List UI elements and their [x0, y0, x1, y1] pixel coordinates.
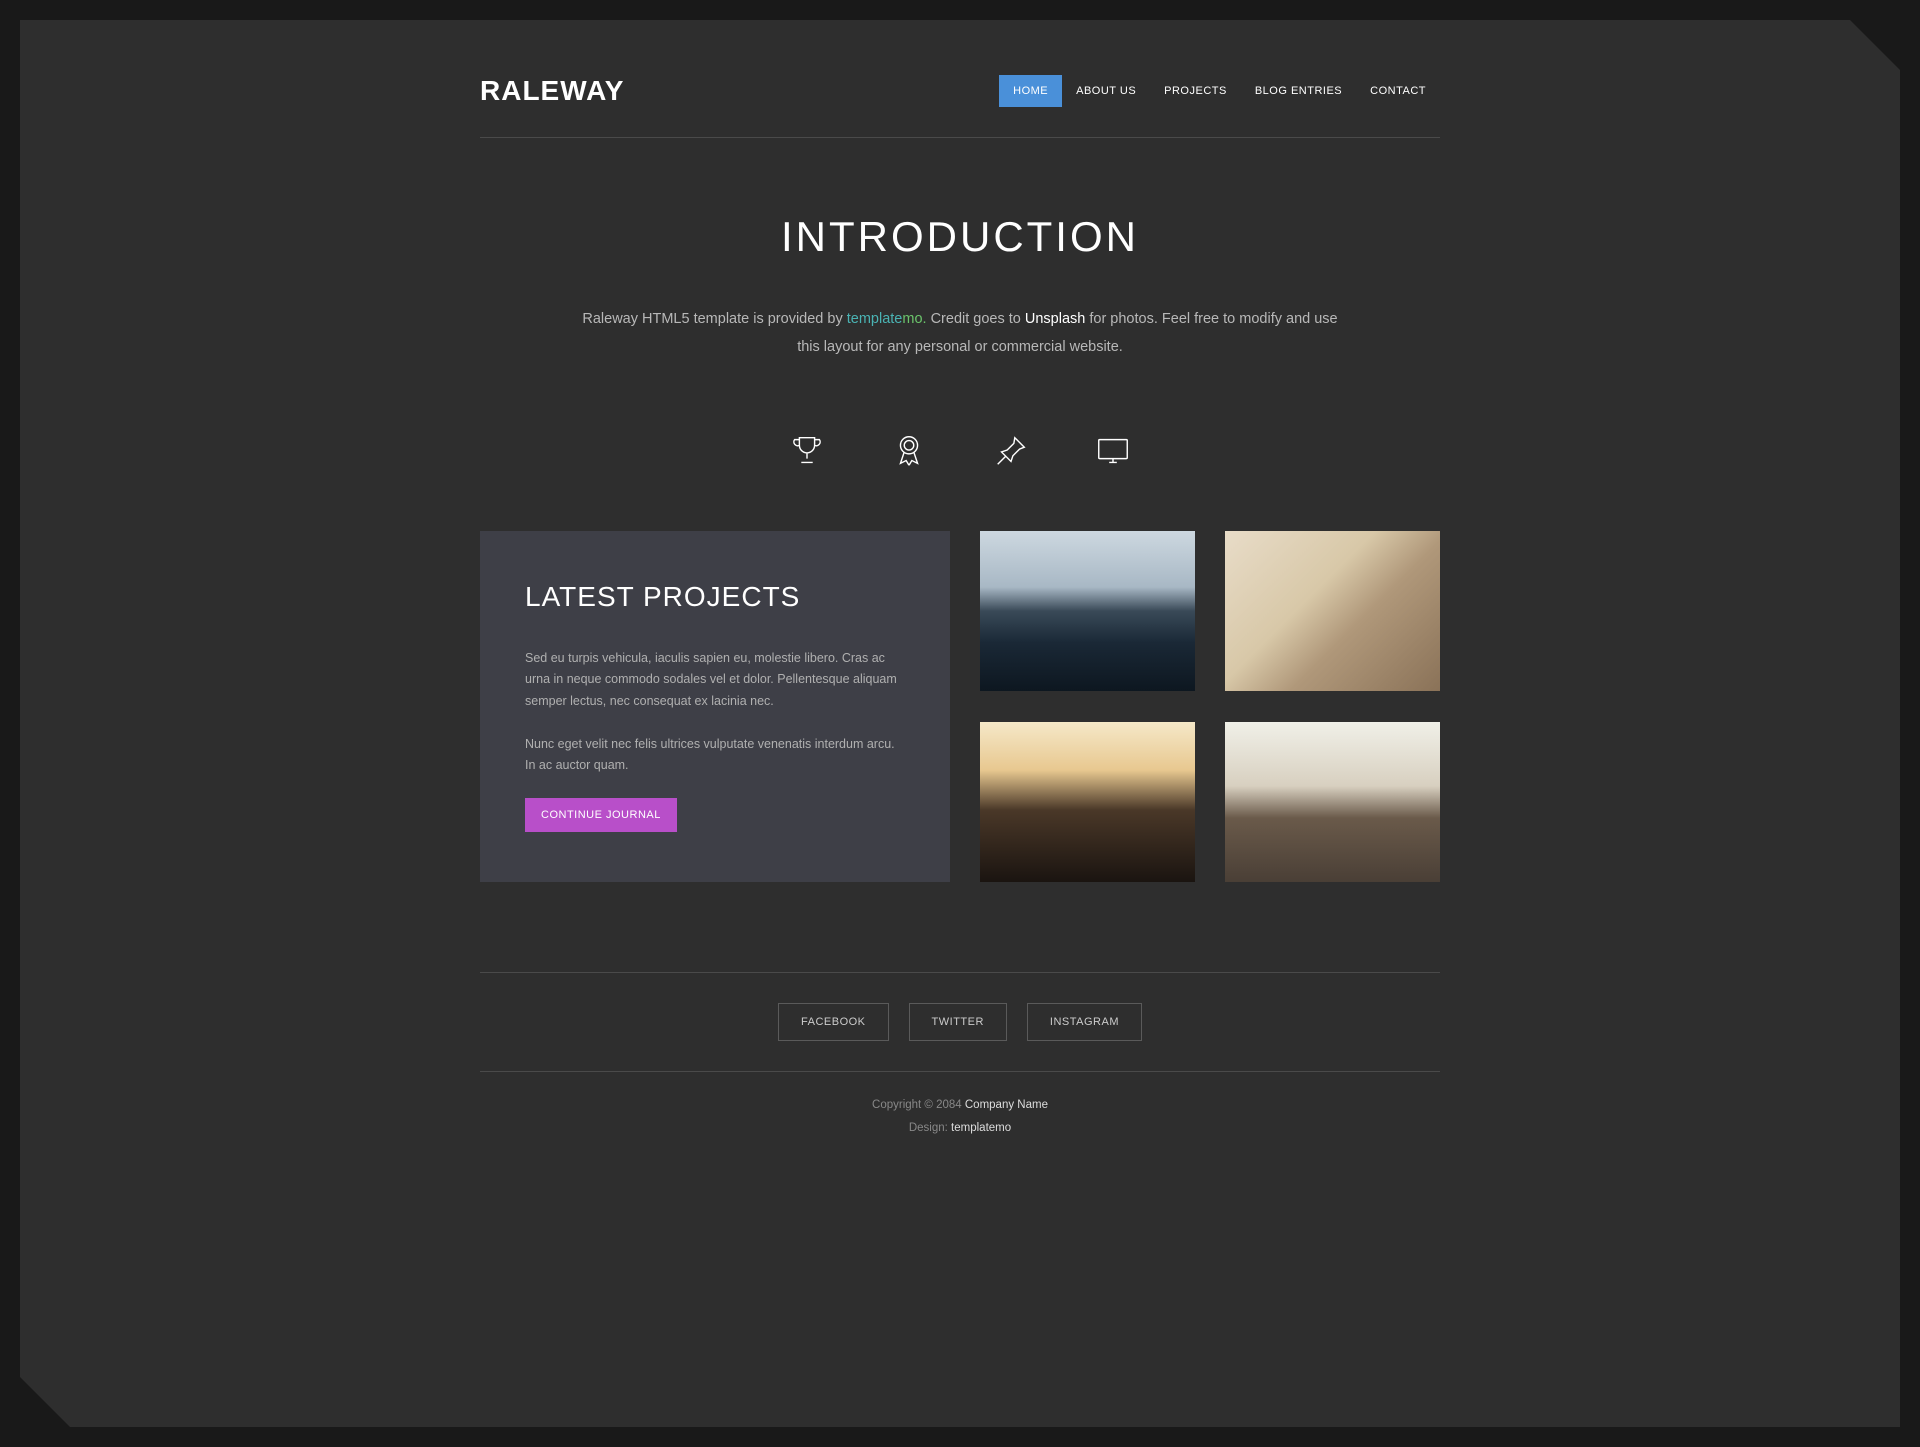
corner-cut-tr: [1850, 20, 1900, 70]
design-text: Design:: [909, 1122, 951, 1134]
project-thumb-1[interactable]: [980, 531, 1195, 691]
nav: HOME ABOUT US PROJECTS BLOG ENTRIES CONT…: [999, 75, 1440, 107]
intro-text: Raleway HTML5 template is provided by te…: [570, 306, 1350, 361]
monitor-icon[interactable]: [1093, 431, 1133, 471]
logo[interactable]: RALEWAY: [480, 75, 624, 107]
instagram-button[interactable]: INSTAGRAM: [1027, 1003, 1142, 1041]
corner-cut-bl: [20, 1377, 70, 1427]
project-thumb-3[interactable]: [980, 722, 1195, 882]
intro-title: INTRODUCTION: [480, 213, 1440, 261]
projects-panel: LATEST PROJECTS Sed eu turpis vehicula, …: [480, 531, 950, 882]
nav-about[interactable]: ABOUT US: [1062, 75, 1150, 107]
projects-para1: Sed eu turpis vehicula, iaculis sapien e…: [525, 648, 905, 712]
intro-text-before: Raleway HTML5 template is provided by: [582, 311, 846, 327]
footer-social: FACEBOOK TWITTER INSTAGRAM: [480, 973, 1440, 1071]
pin-icon[interactable]: [991, 431, 1031, 471]
nav-contact[interactable]: CONTACT: [1356, 75, 1440, 107]
nav-blog[interactable]: BLOG ENTRIES: [1241, 75, 1356, 107]
feature-icons: [480, 421, 1440, 531]
nav-home[interactable]: HOME: [999, 75, 1062, 107]
continue-journal-button[interactable]: CONTINUE JOURNAL: [525, 798, 677, 832]
unsplash-link[interactable]: Unsplash: [1025, 311, 1085, 327]
company-name-link[interactable]: Company Name: [965, 1099, 1048, 1111]
header: RALEWAY HOME ABOUT US PROJECTS BLOG ENTR…: [480, 20, 1440, 137]
trophy-icon[interactable]: [787, 431, 827, 471]
projects-section: LATEST PROJECTS Sed eu turpis vehicula, …: [480, 531, 1440, 972]
page-frame: RALEWAY HOME ABOUT US PROJECTS BLOG ENTR…: [20, 20, 1900, 1427]
copyright-text: Copyright © 2084: [872, 1099, 965, 1111]
templatemo-footer-link[interactable]: templatemo: [951, 1122, 1011, 1134]
project-thumb-4[interactable]: [1225, 722, 1440, 882]
intro-text-mid: Credit goes to: [927, 311, 1025, 327]
nav-projects[interactable]: PROJECTS: [1150, 75, 1241, 107]
intro-section: INTRODUCTION Raleway HTML5 template is p…: [480, 138, 1440, 421]
footer-copyright: Copyright © 2084 Company Name Design: te…: [480, 1072, 1440, 1180]
templatemo-link[interactable]: template: [847, 311, 903, 327]
twitter-button[interactable]: TWITTER: [909, 1003, 1007, 1041]
project-thumb-2[interactable]: [1225, 531, 1440, 691]
projects-grid: [980, 531, 1440, 882]
projects-para2: Nunc eget velit nec felis ultrices vulpu…: [525, 734, 905, 777]
projects-title: LATEST PROJECTS: [525, 581, 905, 613]
facebook-button[interactable]: FACEBOOK: [778, 1003, 889, 1041]
templatemo-link-mo[interactable]: mo: [902, 311, 922, 327]
badge-icon[interactable]: [889, 431, 929, 471]
